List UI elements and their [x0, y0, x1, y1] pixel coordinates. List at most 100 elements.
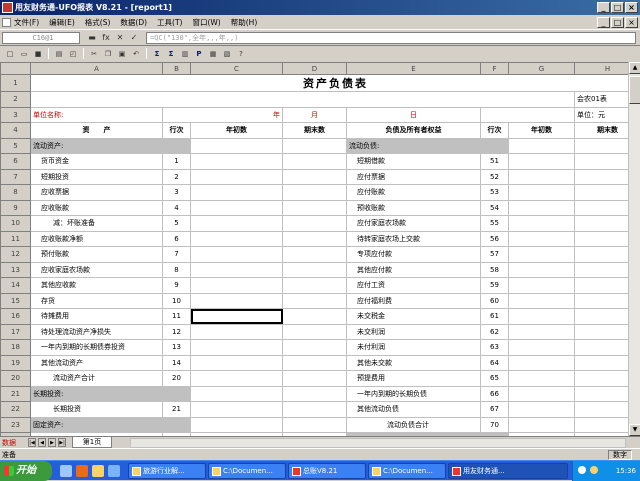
begin-amount-cell[interactable] [508, 168, 575, 185]
liability-item[interactable]: 其他应付款 [346, 261, 481, 278]
line-number[interactable]: 11 [162, 308, 191, 325]
end-amount-cell[interactable] [282, 184, 347, 201]
line-number[interactable]: 9 [162, 277, 191, 294]
end-amount-cell[interactable] [574, 168, 628, 185]
end-amount-cell[interactable] [282, 168, 347, 185]
scroll-thumb[interactable] [629, 76, 640, 104]
begin-amount-cell[interactable] [508, 323, 575, 340]
end-amount-cell[interactable] [574, 246, 628, 263]
row-number[interactable]: 18 [0, 339, 31, 356]
column-header[interactable]: F [480, 62, 509, 75]
line-number[interactable]: 3 [162, 184, 191, 201]
begin-amount-cell[interactable] [508, 354, 575, 371]
begin-amount-cell[interactable] [508, 153, 575, 170]
end-amount-cell[interactable] [574, 401, 628, 418]
end-amount-cell[interactable] [574, 153, 628, 170]
begin-amount-cell[interactable] [190, 184, 283, 201]
row-number[interactable]: 3 [0, 106, 31, 123]
scroll-down-icon[interactable]: ▼ [629, 424, 640, 436]
line-number[interactable]: 7 [162, 246, 191, 263]
line-header[interactable]: 行次 [162, 122, 191, 139]
undo-icon[interactable]: ↶ [130, 48, 142, 60]
task-button-folder[interactable]: C:\Documen... [208, 463, 286, 479]
end-amount-cell[interactable] [282, 199, 347, 216]
end-amount-cell[interactable] [282, 261, 347, 278]
cell-reference-box[interactable]: C16@1 [2, 32, 80, 44]
begin-amount-cell[interactable] [190, 230, 283, 247]
close-button[interactable]: × [625, 2, 638, 13]
vertical-scrollbar[interactable]: ▲ ▼ [628, 62, 640, 436]
begin-header[interactable]: 年初数 [508, 122, 575, 139]
begin-amount-cell[interactable] [190, 323, 283, 340]
end-amount-cell[interactable] [282, 385, 347, 402]
liability-item[interactable]: 应付福利费 [346, 292, 481, 309]
liability-item[interactable]: 未付利润 [346, 339, 481, 356]
asset-item[interactable]: 减：坏账准备 [30, 215, 163, 232]
end-amount-cell[interactable] [574, 184, 628, 201]
line-number[interactable]: 54 [480, 199, 509, 216]
task-button-folder[interactable]: C:\Documen... [368, 463, 446, 479]
paste-icon[interactable]: ▣ [116, 48, 128, 60]
liability-item[interactable]: 专项应付款 [346, 246, 481, 263]
asset-item[interactable]: 流动资产合计 [30, 370, 163, 387]
begin-amount-cell[interactable] [508, 292, 575, 309]
row-number[interactable]: 12 [0, 246, 31, 263]
asset-item[interactable]: 应收家庭农场款 [30, 261, 163, 278]
column-header[interactable]: C [190, 62, 283, 75]
line-number[interactable]: 67 [480, 401, 509, 418]
column-header[interactable]: E [346, 62, 481, 75]
end-amount-cell[interactable] [282, 153, 347, 170]
minimize-button[interactable]: _ [597, 2, 610, 13]
asset-item[interactable]: 流动资产: [30, 137, 163, 154]
document-icon[interactable] [2, 18, 11, 27]
end-amount-cell[interactable] [574, 308, 628, 325]
mode-toggle-button[interactable]: 数据 [2, 438, 26, 448]
line-number[interactable]: 20 [162, 370, 191, 387]
empty-cell[interactable] [480, 106, 575, 123]
task-button-ufo[interactable]: 用友财务通... [448, 463, 568, 479]
sheet-tab-page1[interactable]: 第1页 [72, 437, 112, 448]
line-number[interactable]: 55 [480, 215, 509, 232]
end-amount-cell[interactable] [282, 230, 347, 247]
report-title[interactable]: 资产负债表 [30, 74, 628, 92]
liability-item[interactable]: 流动负债: [346, 137, 481, 154]
doc-close-button[interactable]: × [625, 17, 638, 28]
next-page-icon[interactable]: ▶ [48, 438, 56, 447]
row-number[interactable]: 1 [0, 74, 31, 92]
new-icon[interactable]: □ [4, 48, 16, 60]
formula-editor-icon[interactable]: ▬ [86, 33, 98, 43]
empty-cell[interactable] [30, 91, 575, 108]
begin-amount-cell[interactable] [190, 370, 283, 387]
line-number[interactable]: 6 [162, 230, 191, 247]
asset-item[interactable]: 存货 [30, 292, 163, 309]
prev-page-icon[interactable]: ◀ [38, 438, 46, 447]
line-number[interactable]: 61 [480, 308, 509, 325]
begin-amount-cell[interactable] [508, 401, 575, 418]
liability-item[interactable]: 应付票据 [346, 168, 481, 185]
print-icon[interactable]: ▤ [53, 48, 65, 60]
maximize-button[interactable]: □ [611, 2, 624, 13]
doc-minimize-button[interactable]: _ [597, 17, 610, 28]
line-number[interactable]: 62 [480, 323, 509, 340]
end-amount-cell[interactable] [574, 354, 628, 371]
asset-item[interactable]: 固定资产: [30, 416, 163, 433]
end-amount-cell[interactable] [282, 354, 347, 371]
asset-item[interactable]: 应收账款净额 [30, 230, 163, 247]
line-number[interactable]: 12 [162, 323, 191, 340]
begin-amount-cell[interactable] [508, 230, 575, 247]
sum-area-icon[interactable]: Σ [165, 48, 177, 60]
begin-amount-cell[interactable] [508, 370, 575, 387]
line-number[interactable]: 51 [480, 153, 509, 170]
asset-item[interactable]: 应收账款 [30, 199, 163, 216]
liability-item[interactable]: 预收账款 [346, 199, 481, 216]
line-number[interactable]: 1 [162, 153, 191, 170]
query-icon[interactable]: ▧ [221, 48, 233, 60]
last-page-icon[interactable]: ▶| [58, 438, 66, 447]
end-amount-cell[interactable] [282, 137, 347, 154]
desktop-icon[interactable] [60, 465, 72, 477]
start-button[interactable]: 开始 [0, 461, 52, 481]
column-header[interactable]: B [162, 62, 191, 75]
line-number[interactable]: 21 [162, 401, 191, 418]
line-number[interactable]: 2 [162, 168, 191, 185]
help-icon[interactable]: ? [235, 48, 247, 60]
